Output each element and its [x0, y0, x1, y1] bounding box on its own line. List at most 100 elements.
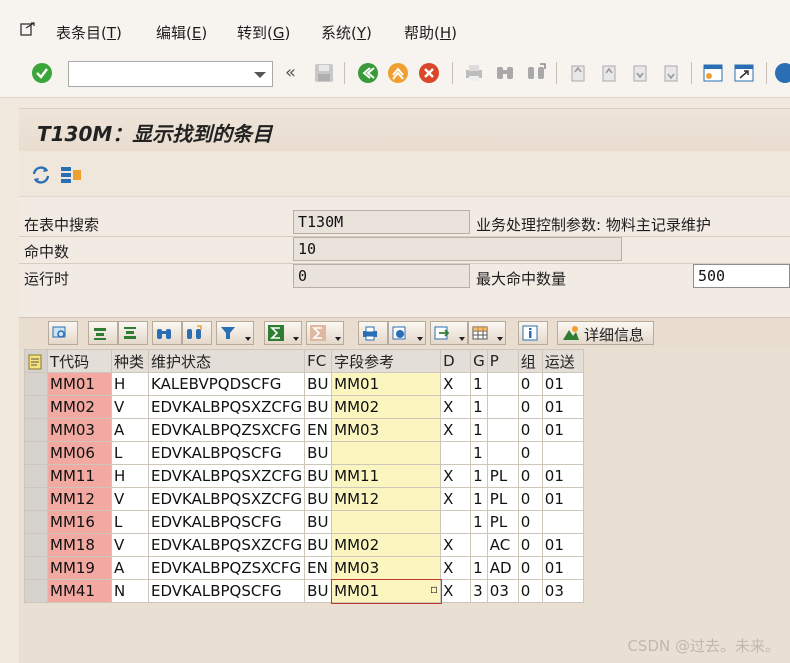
cell-shipping[interactable]: 01 [541, 556, 584, 580]
cell-field-ref[interactable]: MM12 [331, 487, 442, 511]
cell-shipping[interactable] [541, 441, 584, 465]
cell-type[interactable]: V [111, 533, 149, 557]
cell-p[interactable]: AC [486, 533, 519, 557]
column-header-d[interactable]: D [440, 349, 472, 373]
cell-field-ref[interactable]: MM01 [331, 372, 442, 396]
find-next-button[interactable] [182, 321, 212, 345]
cell-d[interactable]: X [440, 395, 472, 419]
cell-shipping[interactable]: 03 [541, 579, 584, 603]
cell-fc[interactable]: EN [304, 418, 333, 442]
menu-help[interactable]: 帮助(H) [404, 22, 457, 43]
cell-g[interactable]: 1 [470, 441, 488, 465]
row-selector[interactable] [24, 533, 48, 557]
column-header-group[interactable]: 组 [517, 349, 543, 373]
cell-maint-status[interactable]: EDVKALBPQSCFG [147, 510, 306, 534]
column-header-maint-status[interactable]: 维护状态 [147, 349, 306, 373]
field-select-icon[interactable] [59, 164, 83, 186]
cell-g[interactable]: 1 [470, 395, 488, 419]
cell-field-ref[interactable] [331, 510, 442, 534]
cell-tcode[interactable]: MM03 [47, 418, 112, 442]
cell-group[interactable]: 0 [517, 579, 543, 603]
cell-type[interactable]: H [111, 464, 149, 488]
sum-button[interactable] [264, 321, 302, 345]
cell-group[interactable]: 0 [517, 533, 543, 557]
cell-maint-status[interactable]: EDVKALBPQSXZCFG [147, 464, 306, 488]
cell-maint-status[interactable]: EDVKALBPQSCFG [147, 579, 306, 603]
cell-type[interactable]: L [111, 441, 149, 465]
information-button[interactable] [518, 321, 548, 345]
column-header-tcode[interactable]: T代码 [47, 349, 112, 373]
cell-g[interactable]: 1 [470, 556, 488, 580]
cell-fc[interactable]: EN [304, 556, 333, 580]
cell-group[interactable]: 0 [517, 487, 543, 511]
column-header-field-ref[interactable]: 字段参考 [331, 349, 442, 373]
cell-group[interactable]: 0 [517, 395, 543, 419]
cell-maint-status[interactable]: EDVKALBPQZSXCFG [147, 418, 306, 442]
row-selector[interactable] [24, 418, 48, 442]
row-selector[interactable] [24, 510, 48, 534]
value-help-icon[interactable]: ▫ [430, 582, 438, 596]
row-selector[interactable] [24, 556, 48, 580]
last-page-icon[interactable] [660, 62, 682, 84]
cell-p[interactable]: 03 [486, 579, 519, 603]
table-row[interactable]: MM41 N EDVKALBPQSCFG BU MM01 ▫ X 3 03 0 03 [24, 578, 584, 604]
cell-p[interactable] [486, 441, 519, 465]
menu-goto[interactable]: 转到(G) [237, 22, 290, 43]
exit-icon[interactable] [387, 62, 409, 84]
cell-type[interactable]: N [111, 579, 149, 603]
cell-maint-status[interactable]: EDVKALBPQSXZCFG [147, 533, 306, 557]
cell-d[interactable]: X [440, 372, 472, 396]
cell-field-ref[interactable]: MM01 ▫ [330, 578, 442, 604]
find-icon[interactable] [494, 62, 516, 84]
cell-fc[interactable]: BU [304, 533, 333, 557]
cell-group[interactable]: 0 [517, 372, 543, 396]
cell-shipping[interactable]: 01 [541, 464, 584, 488]
menu-edit[interactable]: 编辑(E) [156, 22, 207, 43]
chevron-down-icon[interactable] [254, 72, 266, 78]
sort-ascending-button[interactable] [88, 321, 118, 345]
table-row[interactable]: MM11 H EDVKALBPQSXZCFG BU MM11 X 1 PL 0 01 [24, 464, 584, 488]
cell-type[interactable]: V [111, 395, 149, 419]
find-button[interactable] [152, 321, 182, 345]
cell-shipping[interactable] [541, 510, 584, 534]
cell-g[interactable] [470, 533, 488, 557]
cell-g[interactable]: 3 [470, 579, 488, 603]
print-icon[interactable] [463, 62, 485, 84]
cell-fc[interactable]: BU [304, 372, 333, 396]
print-preview-button[interactable] [358, 321, 388, 345]
cell-group[interactable]: 0 [517, 464, 543, 488]
cell-fc[interactable]: BU [304, 579, 333, 603]
cancel-icon[interactable] [418, 62, 440, 84]
cell-field-ref[interactable]: MM02 [331, 533, 442, 557]
row-selector[interactable] [24, 441, 48, 465]
row-selector[interactable] [24, 487, 48, 511]
first-page-icon[interactable] [567, 62, 589, 84]
cell-type[interactable]: L [111, 510, 149, 534]
cell-type[interactable]: A [111, 418, 149, 442]
cell-g[interactable]: 1 [470, 464, 488, 488]
cell-field-ref[interactable]: MM02 [331, 395, 442, 419]
cell-maint-status[interactable]: EDVKALBPQSCFG [147, 441, 306, 465]
cell-field-ref[interactable] [331, 441, 442, 465]
table-row[interactable]: MM02 V EDVKALBPQSXZCFG BU MM02 X 1 0 01 [24, 395, 584, 419]
details-view-button[interactable] [48, 321, 78, 345]
cell-field-ref[interactable]: MM03 [331, 556, 442, 580]
cell-g[interactable]: 1 [470, 372, 488, 396]
shortcut-icon[interactable] [733, 62, 755, 84]
cell-d[interactable]: X [440, 464, 472, 488]
detail-info-button[interactable]: 详细信息 [557, 321, 654, 345]
cell-tcode[interactable]: MM11 [47, 464, 112, 488]
table-row[interactable]: MM16 L EDVKALBPQSCFG BU 1 PL 0 [24, 510, 584, 534]
cell-group[interactable]: 0 [517, 510, 543, 534]
cell-type[interactable]: A [111, 556, 149, 580]
cell-type[interactable]: H [111, 372, 149, 396]
layout-button[interactable] [468, 321, 506, 345]
column-header-g[interactable]: G [470, 349, 488, 373]
row-selector[interactable] [24, 372, 48, 396]
table-row[interactable]: MM18 V EDVKALBPQSXZCFG BU MM02 X AC 0 01 [24, 533, 584, 557]
views-button[interactable] [388, 321, 426, 345]
row-selector[interactable] [24, 464, 48, 488]
cell-shipping[interactable]: 01 [541, 487, 584, 511]
column-header-type[interactable]: 种类 [111, 349, 149, 373]
cell-maint-status[interactable]: EDVKALBPQSXZCFG [147, 487, 306, 511]
